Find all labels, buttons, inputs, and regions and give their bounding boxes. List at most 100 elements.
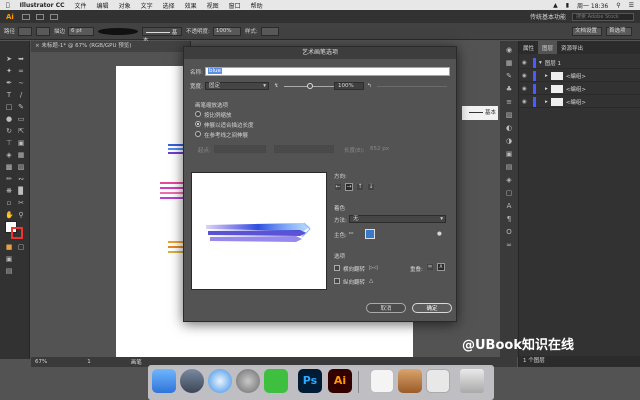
variable-width-profile[interactable]	[98, 27, 139, 35]
artboard-tool-icon[interactable]: ▫	[5, 199, 13, 207]
photoshop-icon[interactable]: Ps	[298, 369, 322, 393]
menu-effect[interactable]: 效果	[185, 1, 197, 10]
stretch-guides-label[interactable]: 在参考线之间伸展	[204, 131, 248, 139]
flip-vertical-checkbox[interactable]	[334, 278, 340, 284]
direction-left-icon[interactable]: ←	[334, 183, 342, 191]
list-icon[interactable]: ☰	[629, 2, 634, 9]
stretch-to-fit-label[interactable]: 伸展以适合描边长度	[204, 121, 254, 129]
direction-right-icon[interactable]: →	[345, 183, 353, 191]
draw-mode-icon[interactable]: ▣	[5, 255, 13, 263]
arrange-icon[interactable]	[35, 13, 44, 20]
magic-wand-icon[interactable]: ✦	[5, 67, 13, 75]
pink-stroke[interactable]	[160, 192, 184, 194]
menu-select[interactable]: 选择	[163, 1, 175, 10]
stroke-weight-field[interactable]: 6 pt	[68, 26, 95, 36]
shaper-tool-icon[interactable]: ●	[5, 115, 13, 123]
transform-panel-icon[interactable]: ▢	[504, 189, 514, 197]
graph-tool-icon[interactable]: ▉	[17, 187, 25, 195]
eraser-tool-icon[interactable]: ▭	[17, 115, 25, 123]
transparency-panel-icon[interactable]: ◐	[504, 124, 514, 132]
gradient-mode-icon[interactable]: ▢	[17, 243, 25, 251]
blend-tool-icon[interactable]: ∾	[17, 175, 25, 183]
brushes-panel-icon[interactable]: ✎	[504, 72, 514, 80]
wifi-icon[interactable]: ▲	[553, 2, 558, 9]
launchpad-icon[interactable]	[180, 369, 204, 393]
free-transform-icon[interactable]: ▣	[17, 139, 25, 147]
flip-horizontal-label[interactable]: 横向翻转	[343, 265, 365, 273]
zoom-field[interactable]: 67%	[35, 359, 47, 365]
appearance-panel-icon[interactable]: ◑	[504, 137, 514, 145]
screen-mode-icon[interactable]: ▤	[5, 267, 13, 275]
overlap-none-icon[interactable]: ∧	[437, 263, 445, 271]
shape-builder-icon[interactable]: ◈	[5, 151, 13, 159]
eyedropper-icon[interactable]: ✏	[5, 175, 13, 183]
selection-tool-icon[interactable]: ➤	[5, 55, 13, 63]
direction-up-icon[interactable]: ↑	[356, 183, 364, 191]
paintbrush-tool-icon[interactable]: ✎	[17, 103, 25, 111]
rectangle-tool-icon[interactable]: □	[5, 103, 13, 111]
menu-object[interactable]: 对象	[119, 1, 131, 10]
character-panel-icon[interactable]: A	[504, 202, 514, 210]
spotlight-icon[interactable]: ⚲	[616, 2, 620, 9]
width-tool-icon[interactable]: ⊤	[5, 139, 13, 147]
stretch-to-fit-radio[interactable]	[195, 121, 201, 127]
pink-stroke[interactable]	[160, 182, 184, 184]
stroke-color-box[interactable]	[11, 227, 23, 239]
document-icon[interactable]	[370, 369, 394, 393]
pathfinder-icon[interactable]: ◈	[504, 176, 514, 184]
stock-search-input[interactable]: 搜索 Adobe Stock	[572, 12, 634, 21]
wechat-icon[interactable]	[264, 369, 288, 393]
width-dropdown[interactable]: 固定 ▾	[205, 82, 269, 90]
pen-tool-icon[interactable]: ✒	[5, 79, 13, 87]
color-panel-icon[interactable]: ◉	[504, 46, 514, 54]
opacity-label[interactable]: 不透明度:	[186, 27, 210, 35]
zoom-tool-icon[interactable]: ⚲	[17, 211, 25, 219]
flip-horizontal-checkbox[interactable]	[334, 265, 340, 271]
orange-stroke[interactable]	[168, 246, 184, 248]
direction-down-icon[interactable]: ↓	[367, 183, 375, 191]
cancel-button[interactable]: 取消	[366, 303, 406, 313]
stroke-swatch[interactable]	[36, 26, 51, 36]
slice-tool-icon[interactable]: ✂	[17, 199, 25, 207]
sublayer-row[interactable]: ◉ ▸ <编组>	[519, 70, 640, 82]
width-percent-field[interactable]: 100%	[334, 82, 364, 90]
hand-tool-icon[interactable]: ✋	[5, 211, 14, 219]
pink-stroke[interactable]	[160, 197, 184, 199]
chevron-right-icon[interactable]: ▸	[545, 99, 548, 105]
sublayer-name[interactable]: <编组>	[566, 98, 586, 106]
menu-help[interactable]: 帮助	[251, 1, 263, 10]
graphic-styles-icon[interactable]: ▣	[504, 150, 514, 158]
system-preferences-icon[interactable]	[236, 369, 260, 393]
symbols-panel-icon[interactable]: ♣	[504, 85, 514, 93]
symbol-sprayer-icon[interactable]: ❋	[5, 187, 13, 195]
color-mode-icon[interactable]: ■	[5, 243, 13, 251]
method-dropdown[interactable]: 无 ▾	[349, 215, 446, 223]
type-tool-icon[interactable]: T	[5, 91, 13, 99]
menu-view[interactable]: 视图	[207, 1, 219, 10]
opacity-field[interactable]: 100%	[212, 26, 241, 36]
sublayer-row[interactable]: ◉ ▸ <编组>	[519, 83, 640, 95]
links-panel-icon[interactable]: ∞	[504, 241, 514, 249]
safari-icon[interactable]	[208, 369, 232, 393]
mesh-tool-icon[interactable]: ▩	[5, 163, 13, 171]
apple-icon[interactable]: 	[6, 2, 10, 9]
battery-icon[interactable]: ▮	[566, 2, 569, 9]
scale-tool-icon[interactable]: ⇱	[17, 127, 25, 135]
flip-vertical-label[interactable]: 纵向翻转	[343, 278, 365, 286]
eye-icon[interactable]: ◉	[522, 86, 530, 92]
eyedropper-icon[interactable]: ✏	[349, 231, 354, 237]
stroke-panel-icon[interactable]: ≡	[504, 98, 514, 106]
artboard-number[interactable]: 1	[87, 359, 91, 365]
eye-icon[interactable]: ◉	[522, 99, 530, 105]
layer-row[interactable]: ◉ ▾ 图层 1	[519, 57, 640, 69]
tab-layers[interactable]: 图层	[538, 41, 558, 54]
fill-swatch[interactable]	[18, 26, 33, 36]
menu-edit[interactable]: 编辑	[97, 1, 109, 10]
clock[interactable]: 周一 18:36	[577, 1, 608, 10]
preferences-button[interactable]: 首选项	[606, 26, 632, 36]
finder-icon[interactable]	[152, 369, 176, 393]
sublayer-row[interactable]: ◉ ▸ <编组>	[519, 96, 640, 108]
line-tool-icon[interactable]: /	[17, 91, 25, 99]
menu-window[interactable]: 窗口	[229, 1, 241, 10]
eye-icon[interactable]: ◉	[522, 73, 530, 79]
